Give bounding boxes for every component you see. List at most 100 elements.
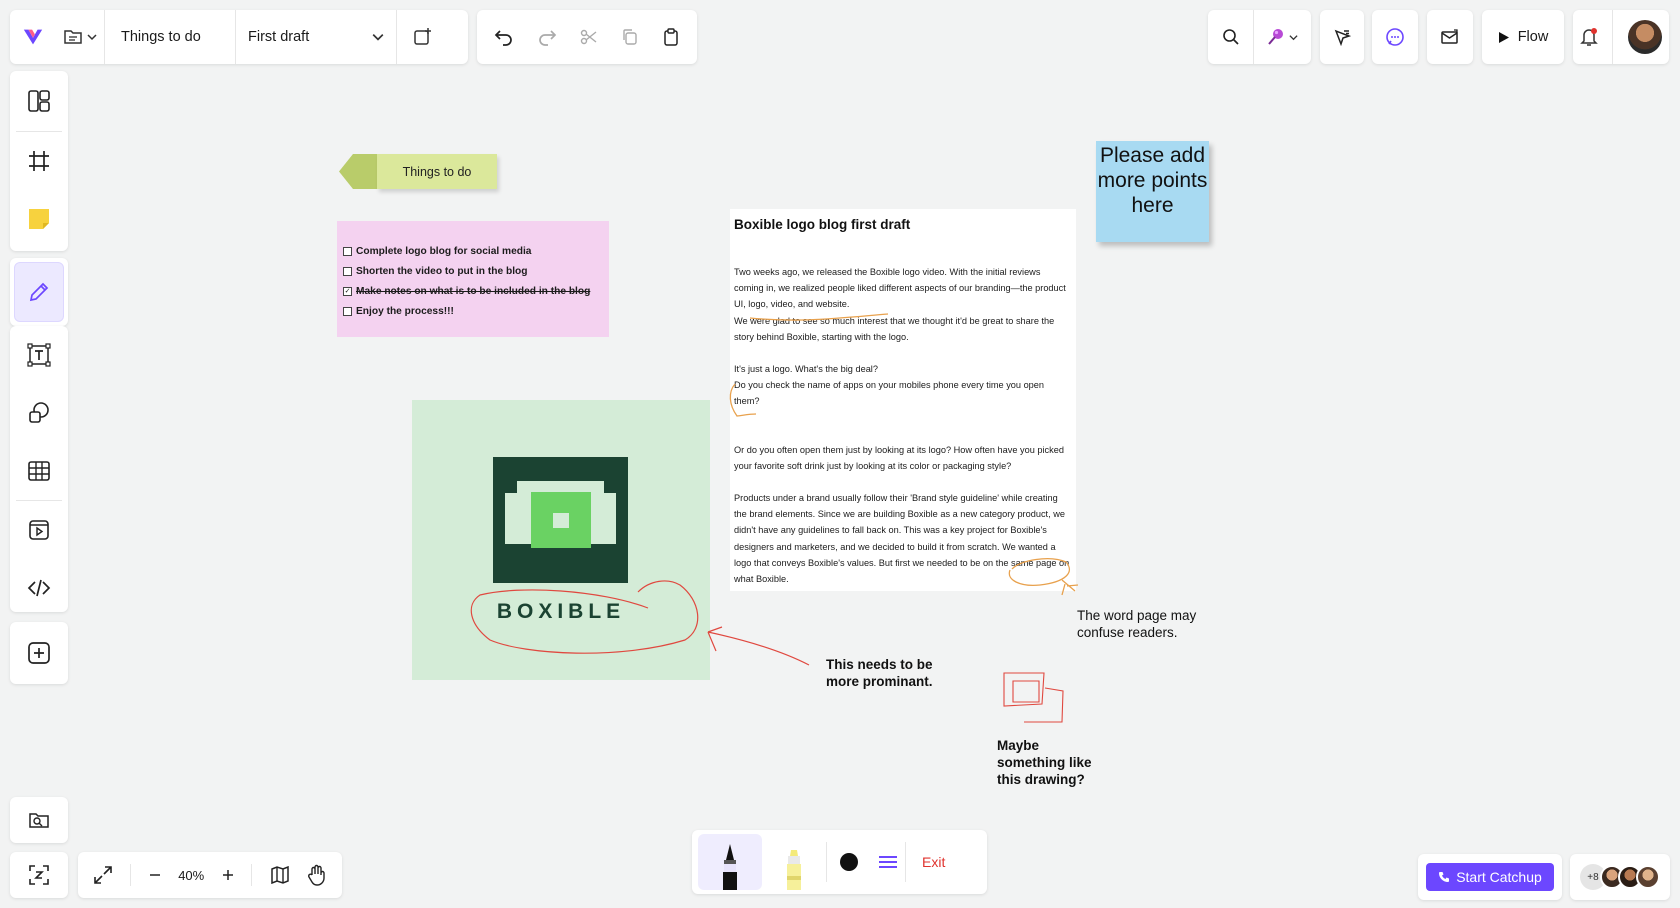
copy-button[interactable] xyxy=(621,28,639,46)
notifications-profile-group xyxy=(1573,10,1669,64)
undo-button[interactable] xyxy=(494,28,514,46)
sticky-note-tool[interactable] xyxy=(10,190,68,248)
checkbox-unchecked[interactable] xyxy=(343,246,352,256)
drawing-toolbar: Exit xyxy=(692,830,987,894)
pen-tool[interactable] xyxy=(14,262,64,322)
code-icon xyxy=(27,576,51,600)
todo-sticky-note[interactable]: Complete logo blog for social media Shor… xyxy=(337,221,609,337)
zoom-controls: 40% xyxy=(78,852,342,898)
color-swatch xyxy=(840,853,858,871)
checkbox-unchecked[interactable] xyxy=(343,306,352,316)
blue-sticky-note[interactable]: Please add more points here xyxy=(1096,141,1209,242)
table-tool[interactable] xyxy=(10,442,68,500)
frame-tool[interactable] xyxy=(10,132,68,190)
start-catchup-button[interactable]: Start Catchup xyxy=(1426,863,1554,891)
chat-button[interactable] xyxy=(1372,10,1418,64)
share-button[interactable] xyxy=(1427,10,1473,64)
map-icon xyxy=(270,866,290,884)
blog-draft-document[interactable]: Boxible logo blog first draft Two weeks … xyxy=(730,209,1076,591)
color-picker[interactable] xyxy=(827,853,871,871)
user-avatar[interactable] xyxy=(1627,20,1662,54)
search-button[interactable] xyxy=(1208,10,1253,64)
divider xyxy=(1612,10,1614,64)
highlighter-icon xyxy=(784,846,804,890)
left-toolbar-insert xyxy=(10,326,68,612)
comment-drawing[interactable]: Maybe something like this drawing? xyxy=(997,737,1102,788)
text-tool[interactable] xyxy=(10,326,68,384)
todo-item: ✓ Make notes on what is to be included i… xyxy=(343,281,603,301)
sticky-note-icon xyxy=(27,207,51,231)
todo-item: Enjoy the process!!! xyxy=(343,301,603,321)
add-page-button[interactable] xyxy=(397,10,449,64)
logo-card[interactable]: BOXIBLE xyxy=(412,400,710,680)
copy-icon xyxy=(621,28,639,46)
shapes-icon xyxy=(27,401,51,425)
media-tool[interactable] xyxy=(10,501,68,559)
cut-button[interactable] xyxy=(580,28,598,46)
flow-button[interactable]: Flow xyxy=(1482,10,1564,64)
things-to-do-tag[interactable]: Things to do xyxy=(339,154,497,189)
search-pin-group xyxy=(1208,10,1311,64)
expand-icon xyxy=(93,865,113,885)
bell-icon xyxy=(1580,27,1598,47)
left-toolbar-pen xyxy=(10,258,68,326)
todo-item: Complete logo blog for social media xyxy=(343,241,603,261)
boxible-logo-mark xyxy=(493,457,628,583)
folder-icon xyxy=(63,28,83,46)
comment-page-confusion[interactable]: The word page may confuse readers. xyxy=(1077,607,1207,641)
tag-label: Things to do xyxy=(377,154,497,189)
embed-code-tool[interactable] xyxy=(10,559,68,617)
todo-item: Shorten the video to put in the blog xyxy=(343,261,603,281)
square-sketch-annotation xyxy=(1003,672,1064,723)
document-bar: Things to do First draft xyxy=(10,10,468,64)
checkbox-unchecked[interactable] xyxy=(343,266,352,276)
marker-pen-tool[interactable] xyxy=(698,834,762,890)
text-icon xyxy=(27,343,51,367)
doc-paragraph: Two weeks ago, we released the Boxible l… xyxy=(734,267,1066,310)
exit-drawing-button[interactable]: Exit xyxy=(906,854,961,870)
add-icon xyxy=(27,641,51,665)
scissors-icon xyxy=(580,28,598,46)
collaborator-avatar xyxy=(1636,865,1660,889)
gallery-icon xyxy=(28,810,50,830)
fit-to-screen-button[interactable] xyxy=(10,852,68,898)
page-selector[interactable]: First draft xyxy=(236,10,396,64)
tag-arrow xyxy=(339,154,379,189)
zoom-level[interactable]: 40% xyxy=(178,868,204,883)
file-menu-button[interactable] xyxy=(56,10,104,64)
cursor-icon xyxy=(1333,28,1351,46)
paste-button[interactable] xyxy=(662,28,680,46)
redo-button[interactable] xyxy=(537,28,557,46)
pin-icon xyxy=(1266,27,1286,47)
notifications-button[interactable] xyxy=(1580,27,1598,47)
todo-item-text: Make notes on what is to be included in … xyxy=(356,285,591,297)
hand-icon xyxy=(307,864,327,886)
fullscreen-button[interactable] xyxy=(93,865,113,885)
presentation-button[interactable] xyxy=(10,797,68,843)
collaborators-group[interactable]: +8 xyxy=(1570,854,1670,900)
more-tools-button[interactable] xyxy=(10,622,68,684)
divider xyxy=(251,864,253,886)
pin-menu-button[interactable] xyxy=(1254,10,1310,64)
flow-label: Flow xyxy=(1517,29,1549,45)
search-icon xyxy=(1222,28,1240,46)
cursor-toggle-button[interactable] xyxy=(1320,10,1364,64)
templates-button[interactable] xyxy=(10,71,68,131)
minimap-button[interactable] xyxy=(270,866,290,884)
comment-prominence[interactable]: This needs to be more prominant. xyxy=(826,656,946,690)
redo-icon xyxy=(537,28,557,46)
app-logo-icon[interactable] xyxy=(10,10,56,64)
document-title[interactable]: Things to do xyxy=(105,10,235,64)
zoom-out-button[interactable] xyxy=(149,869,161,881)
doc-paragraph: It's just a logo. What's the big deal? xyxy=(734,364,878,375)
checkbox-checked[interactable]: ✓ xyxy=(343,286,352,296)
stroke-width-button[interactable] xyxy=(871,854,905,870)
plus-icon xyxy=(222,869,234,881)
hand-tool-button[interactable] xyxy=(307,864,327,886)
shapes-tool[interactable] xyxy=(10,384,68,442)
zoom-in-button[interactable] xyxy=(222,869,234,881)
highlighter-tool[interactable] xyxy=(762,834,826,890)
doc-paragraph: Products under a brand usually follow th… xyxy=(734,493,1070,585)
chat-icon xyxy=(1385,27,1405,47)
logo-wordmark: BOXIBLE xyxy=(496,600,626,623)
